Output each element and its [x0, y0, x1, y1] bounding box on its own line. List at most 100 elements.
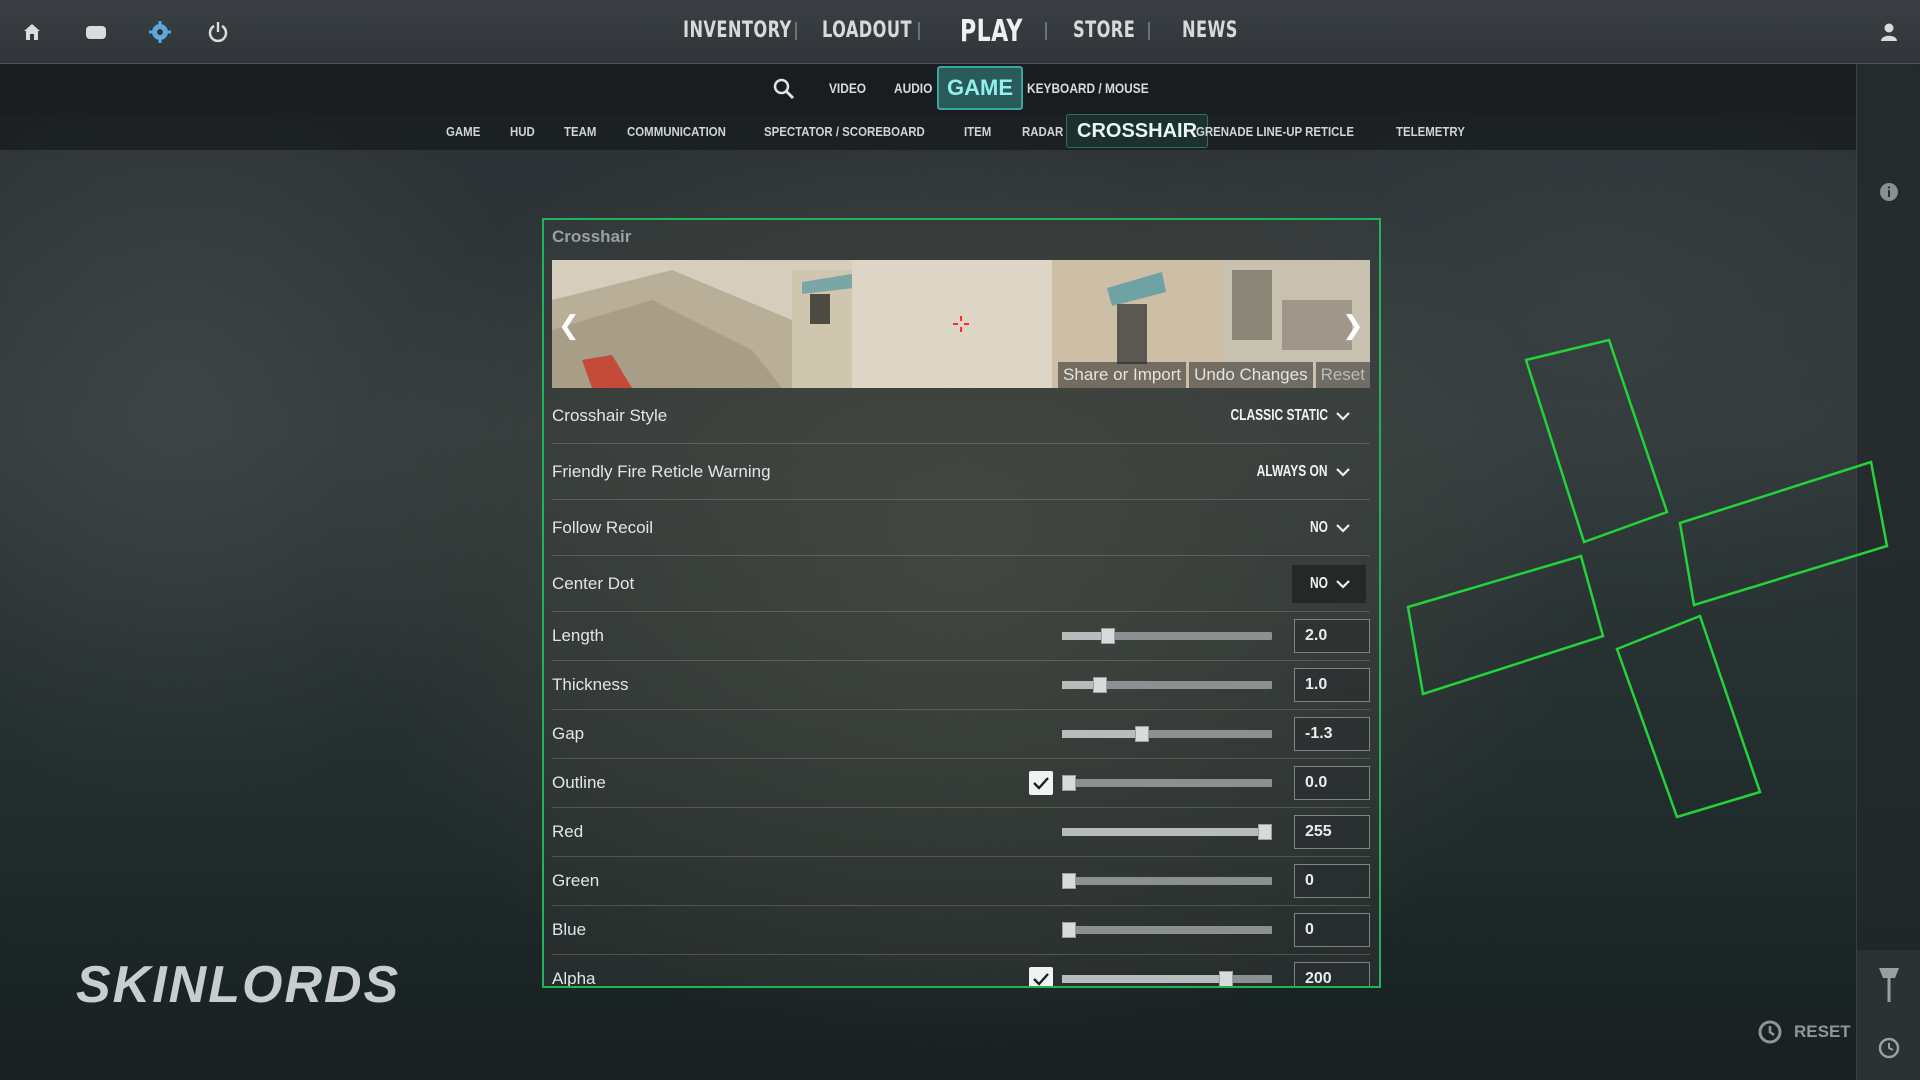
dropdown-value: ALWAYS ON: [1257, 463, 1328, 480]
nav-separator: [1045, 22, 1047, 40]
history-reset-icon: [1758, 1020, 1782, 1044]
cat-game[interactable]: GAME: [446, 124, 480, 139]
tab-game[interactable]: GAME: [937, 66, 1023, 110]
value-slider[interactable]: [1062, 873, 1272, 889]
cat-spectator-scoreboard[interactable]: SPECTATOR / SCOREBOARD: [764, 124, 925, 139]
reset-all-button[interactable]: RESET: [1756, 1018, 1851, 1046]
setting-row-outline: Outline 0.0: [552, 759, 1370, 808]
cat-telemetry[interactable]: TELEMETRY: [1396, 124, 1465, 139]
setting-row-alpha: Alpha 200: [552, 955, 1370, 986]
setting-row-center-dot: Center Dot NO: [552, 556, 1370, 612]
search-icon[interactable]: [772, 77, 796, 106]
pin-icon[interactable]: [1875, 964, 1903, 1009]
value-input[interactable]: 1.0: [1294, 668, 1370, 702]
profile-icon[interactable]: [1875, 18, 1903, 46]
chevron-down-icon: [1336, 412, 1350, 421]
checkmark-icon: [1033, 777, 1049, 790]
cat-team[interactable]: TEAM: [564, 124, 596, 139]
value-input[interactable]: 0: [1294, 864, 1370, 898]
nav-separator: [795, 22, 797, 40]
enable-checkbox[interactable]: [1029, 771, 1053, 795]
tab-audio[interactable]: AUDIO: [894, 80, 932, 96]
nav-store[interactable]: STORE: [1073, 18, 1135, 43]
value-input[interactable]: 0.0: [1294, 766, 1370, 800]
chevron-down-icon: [1336, 468, 1350, 477]
slider-thumb[interactable]: [1062, 922, 1076, 938]
chevron-down-icon: [1336, 524, 1350, 533]
info-icon[interactable]: [1879, 182, 1899, 207]
setting-row-red: Red 255: [552, 808, 1370, 857]
value-slider[interactable]: [1062, 775, 1272, 791]
setting-row-blue: Blue 0: [552, 906, 1370, 955]
crosshair-preview: ❮ ❯ Share or Import Undo Changes Reset: [552, 260, 1370, 388]
value-input[interactable]: -1.3: [1294, 717, 1370, 751]
setting-label: Red: [552, 822, 584, 841]
value-input[interactable]: 200: [1294, 962, 1370, 986]
slider-fill: [1062, 828, 1272, 836]
reset-preview-button[interactable]: Reset: [1315, 362, 1370, 388]
setting-label: Center Dot: [552, 574, 635, 593]
value-input[interactable]: 0: [1294, 913, 1370, 947]
setting-label: Thickness: [552, 675, 629, 694]
value-slider[interactable]: [1062, 824, 1272, 840]
panel-title: Crosshair: [552, 227, 632, 246]
share-import-button[interactable]: Share or Import: [1058, 362, 1187, 388]
chevron-down-icon: [1336, 580, 1350, 589]
history-icon[interactable]: [1877, 1036, 1901, 1065]
slider-thumb[interactable]: [1258, 824, 1272, 840]
value-slider[interactable]: [1062, 971, 1272, 986]
tab-video[interactable]: VIDEO: [829, 80, 866, 96]
dropdown-value: NO: [1310, 575, 1328, 592]
setting-label: Outline: [552, 773, 606, 792]
value-input[interactable]: 255: [1294, 815, 1370, 849]
cat-communication[interactable]: COMMUNICATION: [627, 124, 726, 139]
setting-label: Green: [552, 871, 600, 890]
slider-thumb[interactable]: [1062, 775, 1076, 791]
cat-hud[interactable]: HUD: [510, 124, 535, 139]
crosshair-style-dropdown[interactable]: CLASSIC STATIC: [1186, 397, 1366, 435]
setting-label: Friendly Fire Reticle Warning: [552, 462, 771, 481]
friendly-fire-warning-dropdown[interactable]: ALWAYS ON: [1221, 453, 1366, 491]
dropdown-value: CLASSIC STATIC: [1230, 407, 1328, 424]
follow-recoil-dropdown[interactable]: NO: [1292, 509, 1366, 547]
slider-thumb[interactable]: [1134, 726, 1149, 742]
value-slider[interactable]: [1062, 628, 1272, 644]
value-slider[interactable]: [1062, 677, 1272, 693]
undo-changes-button[interactable]: Undo Changes: [1189, 362, 1313, 388]
category-nav: GAME HUD TEAM COMMUNICATION SPECTATOR / …: [0, 114, 1856, 150]
crosshair-reticle-icon: [953, 316, 969, 332]
enable-checkbox[interactable]: [1029, 967, 1053, 986]
crosshair-outline-graphic: [1406, 338, 1889, 819]
nav-loadout[interactable]: LOADOUT: [822, 18, 912, 43]
value-slider[interactable]: [1062, 726, 1272, 742]
setting-label: Follow Recoil: [552, 518, 654, 537]
slider-thumb[interactable]: [1092, 677, 1107, 693]
cat-item[interactable]: ITEM: [964, 124, 991, 139]
reset-all-label: RESET: [1794, 1022, 1851, 1041]
setting-label: Gap: [552, 724, 585, 743]
setting-label: Crosshair Style: [552, 406, 668, 425]
slider-thumb[interactable]: [1101, 628, 1116, 644]
setting-label: Blue: [552, 920, 587, 939]
setting-row-thickness: Thickness 1.0: [552, 661, 1370, 710]
slider-thumb[interactable]: [1218, 971, 1233, 986]
setting-row-friendly-fire-warning: Friendly Fire Reticle Warning ALWAYS ON: [552, 444, 1370, 500]
setting-row-follow-recoil: Follow Recoil NO: [552, 500, 1370, 556]
value-slider[interactable]: [1062, 922, 1272, 938]
tab-keyboard-mouse[interactable]: KEYBOARD / MOUSE: [1027, 80, 1149, 96]
slider-thumb[interactable]: [1062, 873, 1076, 889]
preview-next-arrow-icon[interactable]: ❯: [1342, 310, 1364, 341]
nav-inventory[interactable]: INVENTORY: [683, 18, 792, 43]
center-dot-dropdown[interactable]: NO: [1292, 565, 1366, 603]
skinlords-logo: SKINLORDS: [76, 956, 401, 1014]
nav-news[interactable]: NEWS: [1182, 18, 1238, 43]
cat-grenade-lineup-reticle[interactable]: GRENADE LINE-UP RETICLE: [1196, 124, 1354, 139]
checkmark-icon: [1033, 973, 1049, 986]
preview-prev-arrow-icon[interactable]: ❮: [558, 310, 580, 341]
nav-separator: [1148, 22, 1150, 40]
top-bar: INVENTORY LOADOUT PLAY STORE NEWS: [0, 0, 1920, 64]
value-input[interactable]: 2.0: [1294, 619, 1370, 653]
cat-radar[interactable]: RADAR: [1022, 124, 1063, 139]
nav-play[interactable]: PLAY: [960, 14, 1023, 49]
cat-crosshair[interactable]: CROSSHAIR: [1066, 114, 1209, 148]
